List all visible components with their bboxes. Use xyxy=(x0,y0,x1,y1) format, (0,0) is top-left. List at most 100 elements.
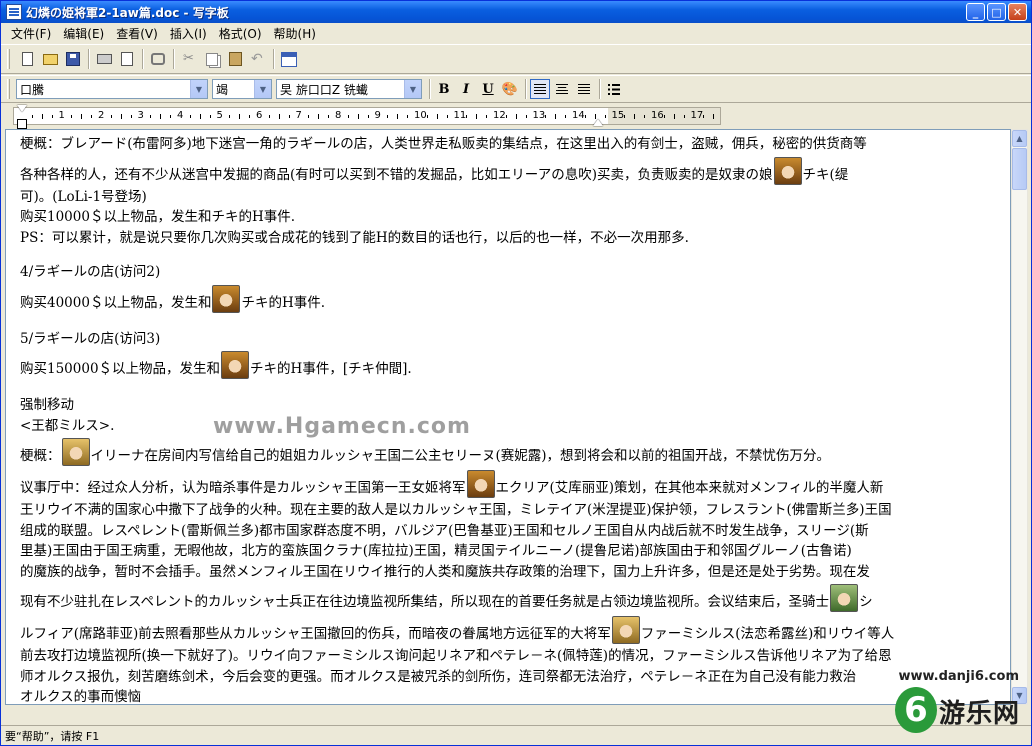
document-line[interactable]: 组成的联盟。レスペレント(雷斯佩兰多)都市国家群态度不明，バルジア(巴鲁基亚)王… xyxy=(20,521,1010,542)
ruler-tick xyxy=(170,115,172,118)
undo-icon: ↶ xyxy=(251,51,263,67)
open-button[interactable] xyxy=(39,48,61,70)
chevron-down-icon[interactable]: ▼ xyxy=(404,80,421,98)
ruler-number: 11 xyxy=(453,110,467,121)
document-line[interactable]: 议事厅中：经过众人分析，认为暗杀事件是カルッシャ王国第一王女姬将军 エクリア(艾库… xyxy=(20,468,1010,500)
color-button[interactable]: 🎨 xyxy=(500,79,520,99)
ruler-tick xyxy=(476,114,478,119)
bold-button[interactable]: B xyxy=(434,79,454,99)
vertical-scrollbar[interactable]: ▲ ▼ xyxy=(1011,129,1028,705)
ruler-tick xyxy=(555,114,557,119)
line-text: 前去攻打边境监视所(换一下就好了)。リウイ向ファーミシルス询问起リネア和ペテレ－… xyxy=(20,648,892,664)
ruler[interactable]: 123456789101112131415161718 xyxy=(13,107,721,125)
minimize-button[interactable]: _ xyxy=(966,3,985,21)
status-text: 要“帮助”，请按 F1 xyxy=(5,729,100,743)
scroll-thumb[interactable] xyxy=(1012,148,1027,190)
chevron-down-icon[interactable]: ▼ xyxy=(190,80,207,98)
line-text: 4/ラギールの店(访问2) xyxy=(20,264,161,280)
document-area[interactable]: 梗概：ブレアード(布雷阿多)地下迷宫一角的ラギールの店，人类世界走私贩卖的集结点… xyxy=(5,129,1011,705)
title-bar[interactable]: 幻燐の姫将軍2-1aw篇.doc - 写字板 _ □ ✕ xyxy=(1,1,1031,23)
document-line[interactable]: 前去攻打边境监视所(换一下就好了)。リウイ向ファーミシルス询问起リネア和ペテレ－… xyxy=(20,646,1010,667)
document-line[interactable]: PS：可以累计，就是说只要你几次购买或合成花的钱到了能H的数目的话也行，以后的也… xyxy=(20,228,1010,249)
ruler-tick xyxy=(288,115,290,118)
ruler-tick xyxy=(239,114,241,119)
align-center-button[interactable] xyxy=(552,79,572,99)
save-button[interactable] xyxy=(62,48,84,70)
document-text[interactable]: 梗概：ブレアード(布雷阿多)地下迷宫一角的ラギールの店，人类世界走私贩卖的集结点… xyxy=(20,134,1010,704)
document-line[interactable]: オルクス的事而懊恼 xyxy=(20,687,1010,704)
wordpad-app-icon[interactable] xyxy=(6,4,22,20)
ruler-tick xyxy=(624,115,626,118)
toolbar-grip[interactable] xyxy=(7,49,10,69)
line-text: 可)。(LoLi-1号登场) xyxy=(20,188,147,205)
print-button[interactable] xyxy=(93,48,115,70)
toolbar-separator xyxy=(173,49,175,69)
italic-button[interactable]: I xyxy=(456,79,476,99)
document-line[interactable]: <王都ミルス>. xyxy=(20,416,1010,437)
line-text: 5/ラギールの店(访问3) xyxy=(20,330,161,347)
document-line[interactable] xyxy=(20,315,1010,329)
align-left-button[interactable] xyxy=(530,79,550,99)
left-indent-marker[interactable] xyxy=(17,119,27,129)
line-text: 购买150000＄以上物品，发生和 xyxy=(20,361,221,377)
maximize-button[interactable]: □ xyxy=(987,3,1006,21)
character-portrait-image xyxy=(61,438,90,466)
font-size-select[interactable]: 旲 旂口口Z 铣蠘 ▼ xyxy=(276,79,422,99)
document-line[interactable]: 强制移动 xyxy=(20,395,1010,416)
new-button[interactable] xyxy=(16,48,38,70)
ruler-tick xyxy=(673,114,675,119)
document-line[interactable]: 可)。(LoLi-1号登场) xyxy=(20,187,1010,208)
document-line[interactable] xyxy=(20,381,1010,395)
date-time-button[interactable] xyxy=(278,48,300,70)
document-line[interactable]: 购买10000＄以上物品，发生和チキ的H事件. xyxy=(20,207,1010,228)
undo-button[interactable]: ↶ xyxy=(247,48,269,70)
menu-edit[interactable]: 编辑(E) xyxy=(57,25,110,42)
underline-button[interactable]: U xyxy=(478,79,498,99)
document-line[interactable]: 4/ラギールの店(访问2) xyxy=(20,262,1010,283)
document-line[interactable]: ルフィア(席路菲亚)前去照看那些从カルッシャ王国撤回的伤兵，而暗夜の眷属地方远征… xyxy=(20,614,1010,646)
document-line[interactable]: 梗概：ブレアード(布雷阿多)地下迷宫一角的ラギールの店，人类世界走私贩卖的集结点… xyxy=(20,134,1010,155)
menu-view[interactable]: 查看(V) xyxy=(110,25,164,42)
menu-file[interactable]: 文件(F) xyxy=(5,25,57,42)
ruler-number: 15 xyxy=(611,110,625,121)
document-line[interactable]: 购买150000＄以上物品，发生和 チキ的H事件，[チキ仲間]. xyxy=(20,349,1010,381)
toolbar-grip[interactable] xyxy=(7,79,10,99)
font-script-value: 竭 xyxy=(216,82,229,97)
close-button[interactable]: ✕ xyxy=(1008,3,1027,21)
character-portrait-image xyxy=(466,470,495,498)
ruler-tick xyxy=(150,115,152,118)
first-line-indent-marker[interactable] xyxy=(17,105,27,112)
align-right-button[interactable] xyxy=(574,79,594,99)
print-preview-button[interactable] xyxy=(116,48,138,70)
font-script-select[interactable]: 竭 ▼ xyxy=(212,79,272,99)
font-name-select[interactable]: 口騰 ▼ xyxy=(16,79,208,99)
cut-button[interactable]: ✂ xyxy=(178,48,200,70)
document-line[interactable]: 王リウイ不满的国家心中撒下了战争的火种。现在主要的敌人是以カルッシャ王国，ミレテ… xyxy=(20,500,1010,521)
menu-insert[interactable]: 插入(I) xyxy=(164,25,213,42)
copy-button[interactable] xyxy=(201,48,223,70)
find-button[interactable] xyxy=(147,48,169,70)
document-line[interactable]: 师オルクス报仇，刻苦磨练剑术，今后会变的更强。而オルクス是被咒杀的剑所伤，连司祭… xyxy=(20,667,1010,688)
bullets-button[interactable] xyxy=(604,79,624,99)
ruler-tick xyxy=(397,114,399,119)
document-line[interactable]: 里基)王国由于国王病重，无暇他故，北方的蛮族国クラナ(库拉拉)王国，精灵国テイル… xyxy=(20,541,1010,562)
menu-format[interactable]: 格式(O) xyxy=(213,25,268,42)
document-line[interactable]: 梗概： イリーナ在房间内写信给自己的姐姐カルッシャ王国二公主セリーヌ(赛妮露)，想… xyxy=(20,436,1010,468)
menu-help[interactable]: 帮助(H) xyxy=(268,25,322,42)
ruler-tick xyxy=(644,115,646,118)
document-line[interactable]: 的魔族的战争，暂时不会插手。虽然メンフィル王国在リウイ推行的人类和魔族共存政策的… xyxy=(20,562,1010,583)
chevron-down-icon[interactable]: ▼ xyxy=(254,80,271,98)
scroll-up-button[interactable]: ▲ xyxy=(1012,130,1027,147)
paste-button[interactable] xyxy=(224,48,246,70)
right-indent-marker[interactable] xyxy=(593,119,603,126)
ruler-tick xyxy=(436,114,438,119)
align-center-icon xyxy=(556,83,568,95)
line-text: 里基)王国由于国王病重，无暇他故，北方的蛮族国クラナ(库拉拉)王国，精灵国テイル… xyxy=(20,543,852,559)
document-line[interactable]: 各种各样的人，还有不少从迷宫中发掘的商品(有时可以买到不错的发掘品，比如エリーア… xyxy=(20,155,1010,187)
document-line[interactable]: 现有不少驻扎在レスペレント的カルッシャ士兵正在往边境监视所集结，所以现在的首要任… xyxy=(20,582,1010,614)
ruler-tick xyxy=(130,115,132,118)
document-line[interactable] xyxy=(20,248,1010,262)
line-text-after-portrait: ファーミシルス(法恋希露丝)和リウイ等人 xyxy=(640,626,895,642)
document-line[interactable]: 购买40000＄以上物品，发生和 チキ的H事件. xyxy=(20,283,1010,315)
document-line[interactable]: 5/ラギールの店(访问3) xyxy=(20,329,1010,350)
